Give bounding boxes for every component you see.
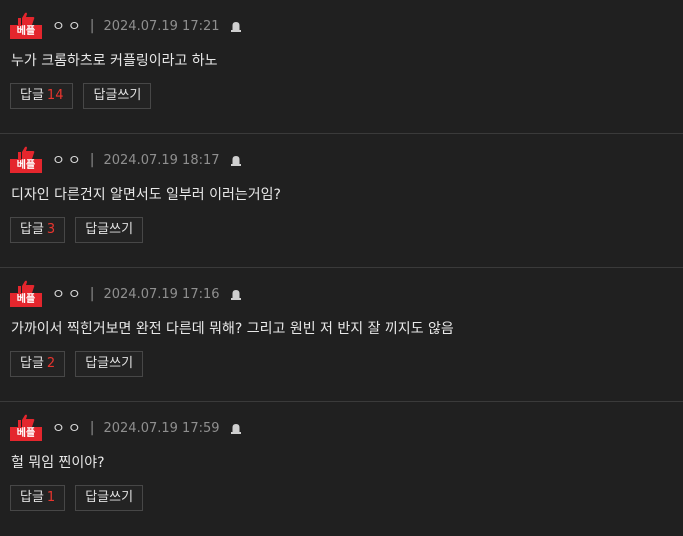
comment-item: 베플 ㅇㅇ | 2024.07.19 17:21 누가 크롬하츠로 커플링이라고…: [0, 0, 683, 134]
best-badge-label: 베플: [10, 159, 42, 173]
best-badge-label: 베플: [10, 25, 42, 39]
reply-toggle-button[interactable]: 답글 14: [10, 83, 74, 109]
best-comment-badge: 베플: [10, 12, 42, 40]
best-comment-badge: 베플: [10, 414, 42, 442]
comment-header: 베플 ㅇㅇ | 2024.07.19 17:59: [10, 414, 242, 442]
reply-label: 답글: [20, 490, 44, 505]
comment-nickname: ㅇㅇ: [52, 287, 84, 303]
reply-toggle-button[interactable]: 답글 2: [10, 351, 66, 377]
reply-toggle-button[interactable]: 답글 3: [10, 217, 66, 243]
reply-label: 답글: [20, 88, 44, 103]
best-badge-label: 베플: [10, 293, 42, 307]
comment-actions: 답글 14 답글쓰기: [10, 83, 161, 109]
thumbs-up-icon: [18, 280, 35, 294]
write-reply-button[interactable]: 답글쓰기: [83, 83, 152, 109]
best-badge-label: 베플: [10, 427, 42, 441]
comment-actions: 답글 3 답글쓰기: [10, 217, 153, 243]
header-separator: |: [89, 420, 95, 436]
header-separator: |: [89, 152, 95, 168]
header-separator: |: [89, 286, 95, 302]
comment-header: 베플 ㅇㅇ | 2024.07.19 18:17: [10, 146, 242, 174]
comment-text: 디자인 다른건지 알면서도 일부러 이러는거임?: [11, 187, 281, 203]
header-separator: |: [89, 18, 95, 34]
write-reply-button[interactable]: 답글쓰기: [75, 485, 144, 511]
comment-item: 베플 ㅇㅇ | 2024.07.19 17:16 가까이서 찍힌거보면 완전 다…: [0, 268, 683, 402]
thumbs-up-icon: [18, 12, 35, 26]
comment-header: 베플 ㅇㅇ | 2024.07.19 17:21: [10, 12, 242, 40]
comment-date: 2024.07.19 17:59: [103, 420, 220, 436]
siren-report-icon[interactable]: [230, 422, 242, 434]
comment-nickname: ㅇㅇ: [52, 421, 84, 437]
write-reply-button[interactable]: 답글쓰기: [75, 351, 144, 377]
best-comment-badge: 베플: [10, 280, 42, 308]
comment-item: 베플 ㅇㅇ | 2024.07.19 17:59 헐 뭐임 찐이야? 답글 1 답…: [0, 402, 683, 536]
reply-label: 답글: [20, 356, 44, 371]
write-reply-button[interactable]: 답글쓰기: [75, 217, 144, 243]
thumbs-up-icon: [18, 146, 35, 160]
reply-count: 14: [46, 88, 64, 103]
reply-count: 1: [46, 490, 56, 505]
reply-label: 답글: [20, 222, 44, 237]
reply-count: 2: [46, 356, 56, 371]
comment-date: 2024.07.19 17:16: [103, 286, 220, 302]
siren-report-icon[interactable]: [230, 20, 242, 32]
reply-count: 3: [46, 222, 56, 237]
reply-toggle-button[interactable]: 답글 1: [10, 485, 66, 511]
comment-actions: 답글 2 답글쓰기: [10, 351, 153, 377]
siren-report-icon[interactable]: [230, 154, 242, 166]
comment-text: 가까이서 찍힌거보면 완전 다른데 뭐해? 그리고 원빈 저 반지 잘 끼지도 …: [11, 321, 454, 337]
comment-header: 베플 ㅇㅇ | 2024.07.19 17:16: [10, 280, 242, 308]
comment-nickname: ㅇㅇ: [52, 19, 84, 35]
comment-text: 누가 크롬하츠로 커플링이라고 하노: [11, 53, 218, 69]
comment-nickname: ㅇㅇ: [52, 153, 84, 169]
best-comment-badge: 베플: [10, 146, 42, 174]
comment-item: 베플 ㅇㅇ | 2024.07.19 18:17 디자인 다른건지 알면서도 일…: [0, 134, 683, 268]
siren-report-icon[interactable]: [230, 288, 242, 300]
thumbs-up-icon: [18, 414, 35, 428]
comment-list: 베플 ㅇㅇ | 2024.07.19 17:21 누가 크롬하츠로 커플링이라고…: [0, 0, 683, 536]
comment-text: 헐 뭐임 찐이야?: [11, 455, 105, 471]
comment-actions: 답글 1 답글쓰기: [10, 485, 153, 511]
comment-date: 2024.07.19 18:17: [103, 152, 220, 168]
comment-date: 2024.07.19 17:21: [103, 18, 220, 34]
